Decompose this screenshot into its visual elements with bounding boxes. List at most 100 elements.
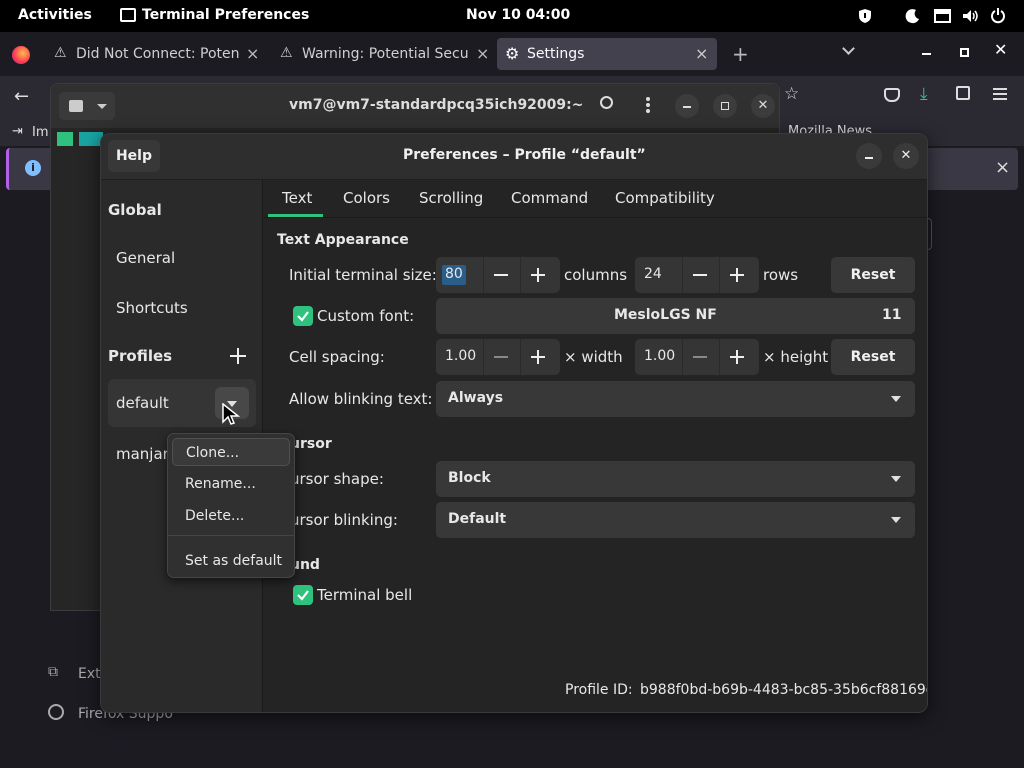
help-button[interactable]: Help bbox=[108, 140, 160, 172]
rows-value[interactable]: 24 bbox=[644, 266, 662, 282]
add-profile-button[interactable] bbox=[229, 347, 247, 365]
new-tab-button[interactable] bbox=[59, 92, 115, 120]
profile-id-label: Profile ID: bbox=[565, 682, 633, 698]
warning-icon: ⚠ bbox=[54, 45, 67, 61]
minimize-button[interactable] bbox=[675, 94, 699, 118]
close-button[interactable]: ✕ bbox=[751, 94, 775, 118]
info-icon: i bbox=[25, 160, 41, 176]
text-appearance-heading: Text Appearance bbox=[277, 232, 409, 248]
download-icon[interactable]: ⤓ bbox=[920, 84, 928, 104]
columns-value[interactable]: 80 bbox=[445, 266, 463, 282]
plus-icon[interactable] bbox=[730, 268, 744, 282]
tab-colors[interactable]: Colors bbox=[343, 189, 390, 207]
cursor-blinking-label: ursor blinking: bbox=[290, 511, 398, 529]
tab-warning[interactable]: ⚠ Warning: Potential Secu × bbox=[270, 38, 492, 70]
width-spacing-spinner[interactable]: 1.00 bbox=[436, 339, 560, 375]
volume-icon[interactable] bbox=[962, 8, 980, 24]
menu-item-set-default[interactable]: Set as default bbox=[172, 547, 290, 575]
height-spacing-value[interactable]: 1.00 bbox=[644, 348, 675, 364]
custom-font-checkbox[interactable] bbox=[293, 306, 313, 326]
firefox-tab-strip: ⚠ Did Not Connect: Poten × ⚠ Warning: Po… bbox=[0, 32, 1024, 76]
tab-did-not-connect[interactable]: ⚠ Did Not Connect: Poten × bbox=[44, 38, 262, 70]
minimize-button[interactable] bbox=[916, 42, 938, 64]
width-spacing-value[interactable]: 1.00 bbox=[445, 348, 476, 364]
blinking-text-value: Always bbox=[448, 390, 504, 406]
plus-icon[interactable] bbox=[730, 350, 744, 364]
shield-icon[interactable] bbox=[858, 8, 872, 24]
night-light-icon[interactable] bbox=[905, 8, 921, 24]
blinking-text-dropdown[interactable]: Always bbox=[436, 381, 915, 417]
search-icon[interactable] bbox=[600, 96, 613, 109]
new-tab-icon[interactable]: + bbox=[732, 42, 749, 66]
activities-button[interactable]: Activities bbox=[18, 7, 92, 23]
font-chooser-button[interactable]: MesloLGS NF 11 bbox=[436, 298, 915, 334]
top-bar: Activities Terminal Preferences Nov 10 0… bbox=[0, 0, 1024, 32]
cursor-shape-value: Block bbox=[448, 470, 491, 486]
minus-icon[interactable] bbox=[494, 274, 508, 276]
kebab-menu-icon[interactable] bbox=[646, 97, 650, 101]
mouse-pointer-icon bbox=[222, 403, 240, 425]
close-icon[interactable]: × bbox=[246, 44, 259, 63]
reset-size-button[interactable]: Reset bbox=[831, 257, 915, 293]
pocket-icon[interactable] bbox=[884, 88, 900, 102]
close-window-button[interactable]: ✕ bbox=[994, 40, 1007, 59]
menu-icon[interactable] bbox=[993, 88, 1007, 90]
sidebar-item-shortcuts[interactable]: Shortcuts bbox=[116, 299, 188, 317]
menu-item-rename[interactable]: Rename... bbox=[172, 470, 290, 498]
close-icon[interactable]: × bbox=[476, 44, 489, 63]
close-icon[interactable]: × bbox=[995, 157, 1010, 178]
rows-unit: rows bbox=[763, 266, 799, 284]
blinking-text-label: Allow blinking text: bbox=[289, 390, 433, 408]
height-spacing-spinner[interactable]: 1.00 bbox=[635, 339, 759, 375]
screen-icon[interactable] bbox=[934, 8, 951, 24]
cursor-heading: ursor bbox=[290, 436, 332, 452]
cursor-blinking-dropdown[interactable]: Default bbox=[436, 502, 915, 538]
tab-text[interactable]: Text bbox=[282, 189, 312, 207]
tab-scrolling[interactable]: Scrolling bbox=[419, 189, 483, 207]
columns-spinner[interactable]: 80 bbox=[436, 257, 560, 293]
maximize-button[interactable] bbox=[954, 42, 976, 64]
minus-icon[interactable] bbox=[693, 356, 707, 358]
new-tab-icon bbox=[69, 100, 83, 112]
reset-spacing-button[interactable]: Reset bbox=[831, 339, 915, 375]
tab-settings[interactable]: ⚙ Settings × bbox=[497, 38, 717, 70]
terminal-title: vm7@vm7-standardpcq35ich92009:~ bbox=[289, 97, 584, 113]
profile-context-menu: Clone... Rename... Delete... Set as defa… bbox=[167, 433, 295, 578]
tab-bar: Text Colors Scrolling Command Compatibil… bbox=[264, 180, 927, 218]
close-icon[interactable]: × bbox=[695, 44, 708, 63]
cursor-shape-label: ursor shape: bbox=[290, 470, 384, 488]
minus-icon[interactable] bbox=[494, 356, 508, 358]
close-button[interactable]: ✕ bbox=[893, 143, 919, 169]
minimize-button[interactable] bbox=[856, 143, 882, 169]
plus-icon[interactable] bbox=[531, 350, 545, 364]
terminal-app-icon bbox=[120, 8, 136, 22]
clock[interactable]: Nov 10 04:00 bbox=[466, 7, 570, 23]
import-bookmarks-icon[interactable]: ⇥ bbox=[12, 124, 23, 139]
chevron-down-icon[interactable] bbox=[842, 42, 855, 55]
chevron-down-icon bbox=[891, 476, 901, 482]
bookmark-import-label[interactable]: Im bbox=[32, 125, 49, 140]
power-icon[interactable] bbox=[990, 7, 1006, 24]
tab-command[interactable]: Command bbox=[511, 189, 588, 207]
extensions-icon[interactable] bbox=[956, 86, 970, 100]
terminal-bell-checkbox[interactable] bbox=[293, 585, 313, 605]
cursor-blinking-value: Default bbox=[448, 511, 507, 527]
plus-icon[interactable] bbox=[531, 268, 545, 282]
star-icon[interactable]: ☆ bbox=[784, 84, 799, 104]
sidebar-item-general[interactable]: General bbox=[116, 249, 175, 267]
tab-compatibility[interactable]: Compatibility bbox=[615, 189, 715, 207]
back-arrow-icon[interactable]: ← bbox=[14, 86, 29, 107]
cursor-shape-dropdown[interactable]: Block bbox=[436, 461, 915, 497]
font-size: 11 bbox=[882, 307, 902, 323]
terminal-bell-label: Terminal bell bbox=[317, 586, 413, 604]
menu-item-clone[interactable]: Clone... bbox=[172, 438, 290, 466]
minus-icon[interactable] bbox=[693, 274, 707, 276]
initial-size-label: Initial terminal size: bbox=[289, 266, 437, 284]
maximize-button[interactable] bbox=[713, 94, 737, 118]
app-menu[interactable]: Terminal Preferences bbox=[142, 7, 309, 23]
profile-id-value: b988f0bd-b69b-4483-bc85-35b6cf88169d bbox=[640, 682, 928, 698]
menu-item-delete[interactable]: Delete... bbox=[172, 502, 290, 530]
rows-spinner[interactable]: 24 bbox=[635, 257, 759, 293]
firefox-logo-icon bbox=[12, 46, 30, 64]
chevron-down-icon bbox=[891, 396, 901, 402]
